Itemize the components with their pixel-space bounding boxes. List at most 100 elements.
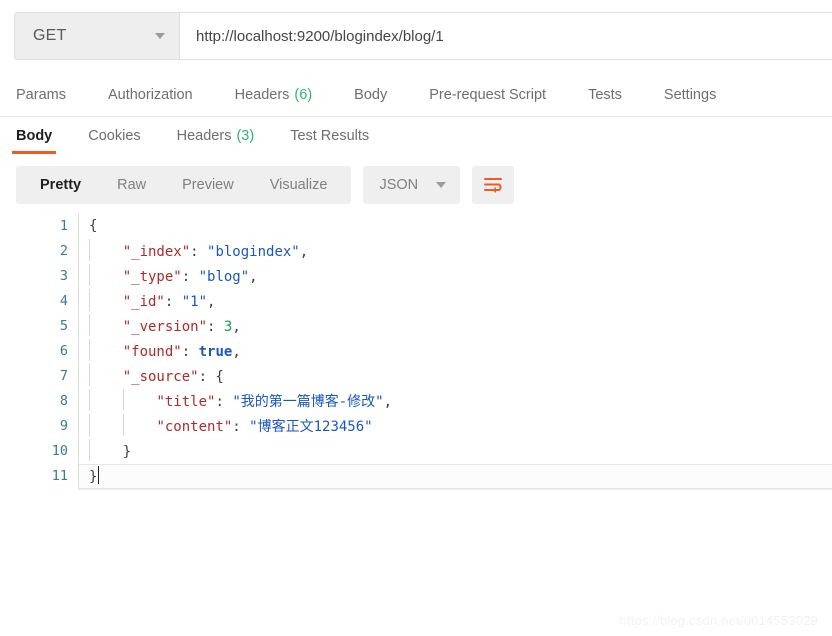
token-punc: , [384,394,392,410]
wrap-arrow-head [493,187,497,193]
request-tab-settings[interactable]: Settings [664,87,716,103]
token-punc: : [190,244,207,260]
chevron-down-icon [436,182,446,188]
token-key: "content" [156,419,232,435]
request-tab-label: Pre-request Script [429,87,546,103]
line-number: 11 [0,464,78,489]
line-number: 8 [0,389,78,414]
token-punc: : [182,344,199,360]
code-line-text: "found": true, [78,339,832,364]
response-format-label: JSON [379,177,418,193]
line-number: 3 [0,264,78,289]
response-view-toolbar: Pretty Raw Preview Visualize JSON [0,154,832,214]
request-tab-params[interactable]: Params [16,87,66,103]
token-punc: , [232,344,240,360]
code-line-text: "_index": "blogindex", [78,239,832,264]
line-number: 4 [0,289,78,314]
token-punc: } [89,469,97,485]
token-punc: : [215,394,232,410]
view-mode-label: Pretty [40,177,81,193]
token-str: "blogindex" [207,244,300,260]
response-view-mode-group: Pretty Raw Preview Visualize [16,166,351,204]
view-mode-label: Preview [182,177,234,193]
response-tab-headers[interactable]: Headers(3) [173,128,259,154]
word-wrap-button[interactable] [472,166,514,204]
token-key: "_index" [123,244,190,260]
code-line-text: "_type": "blog", [78,264,832,289]
token-punc: : { [199,369,224,385]
token-key: "title" [156,394,215,410]
token-punc: , [300,244,308,260]
code-line: 10 } [0,439,832,464]
code-line: 11} [0,464,832,489]
view-mode-label: Visualize [270,177,328,193]
view-mode-visualize[interactable]: Visualize [252,177,346,193]
code-line-text: "content": "博客正文123456" [78,414,832,439]
token-punc: { [89,218,97,234]
request-headers-count: (6) [294,87,312,103]
line-number: 6 [0,339,78,364]
request-url-bar: GET http://localhost:9200/blogindex/blog… [14,12,832,60]
token-key: "_id" [123,294,165,310]
token-punc: , [249,269,257,285]
view-mode-label: Raw [117,177,146,193]
line-number: 9 [0,414,78,439]
request-tab-pre-request-script[interactable]: Pre-request Script [429,87,546,103]
request-tab-label: Headers [235,87,290,103]
response-tab-label: Test Results [290,128,369,144]
code-line-list: 1{2 "_index": "blogindex",3 "_type": "bl… [0,214,832,489]
request-tab-tests[interactable]: Tests [588,87,622,103]
request-tab-authorization[interactable]: Authorization [108,87,193,103]
line-number: 7 [0,364,78,389]
response-tab-cookies[interactable]: Cookies [84,128,144,154]
token-str: "1" [182,294,207,310]
request-tab-label: Body [354,87,387,103]
response-tab-label: Headers [177,128,232,144]
code-line: 4 "_id": "1", [0,289,832,314]
token-key: "_type" [123,269,182,285]
token-key: "_version" [123,319,207,335]
request-tab-body[interactable]: Body [354,87,387,103]
code-line: 6 "found": true, [0,339,832,364]
request-tab-label: Settings [664,87,716,103]
token-str: "我的第一篇博客-修改" [232,394,383,410]
response-body-code[interactable]: 1{2 "_index": "blogindex",3 "_type": "bl… [0,214,832,490]
chevron-down-icon [155,33,165,39]
code-line: 8 "title": "我的第一篇博客-修改", [0,389,832,414]
word-wrap-icon [483,176,503,194]
token-punc: : [182,269,199,285]
response-tab-label: Cookies [88,128,140,144]
token-bool: true [199,344,233,360]
response-tab-bar: Body Cookies Headers(3) Test Results [0,117,832,154]
response-tab-body[interactable]: Body [12,128,56,154]
token-key: "_source" [123,369,199,385]
token-key: "found" [123,344,182,360]
request-tab-label: Authorization [108,87,193,103]
line-number: 1 [0,214,78,239]
line-number: 10 [0,439,78,464]
request-url-input[interactable]: http://localhost:9200/blogindex/blog/1 [180,13,832,59]
request-tab-label: Params [16,87,66,103]
request-tab-headers[interactable]: Headers(6) [235,87,313,103]
response-format-select[interactable]: JSON [363,166,460,204]
code-line-text: "_source": { [78,364,832,389]
code-bottom-separator [78,489,832,490]
token-punc: : [232,419,249,435]
http-method-select[interactable]: GET [15,13,180,59]
view-mode-raw[interactable]: Raw [99,177,164,193]
token-str: "博客正文123456" [249,419,372,435]
code-line-text: "_id": "1", [78,289,832,314]
response-tab-test-results[interactable]: Test Results [286,128,373,154]
response-tab-label: Body [16,128,52,144]
code-line: 1{ [0,214,832,239]
code-line: 9 "content": "博客正文123456" [0,414,832,439]
watermark: https://blog.csdn.net/u014553029 [619,613,818,628]
token-punc: , [232,319,240,335]
request-url-row: GET http://localhost:9200/blogindex/blog… [0,0,832,74]
code-line: 3 "_type": "blog", [0,264,832,289]
view-mode-preview[interactable]: Preview [164,177,252,193]
code-line-text: } [78,439,832,464]
http-method-label: GET [33,27,67,45]
view-mode-pretty[interactable]: Pretty [22,177,99,193]
code-line: 5 "_version": 3, [0,314,832,339]
